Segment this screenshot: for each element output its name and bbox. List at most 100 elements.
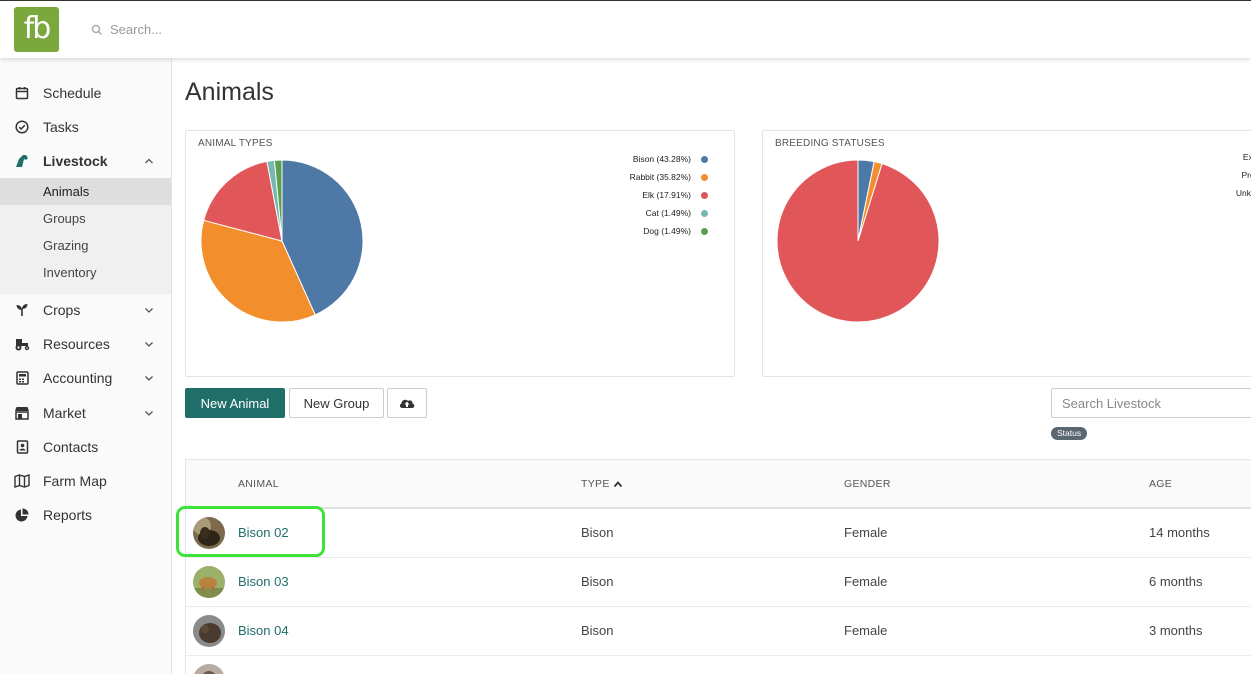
- sidebar-item-contacts[interactable]: Contacts: [0, 430, 171, 464]
- import-button[interactable]: [387, 388, 427, 418]
- sidebar-item-market[interactable]: Market: [0, 396, 171, 430]
- animal-name-link[interactable]: Bison 03: [238, 574, 289, 589]
- chart-title: BREEDING STATUSES: [775, 138, 885, 149]
- sidebar-item-tasks[interactable]: Tasks: [0, 110, 171, 144]
- subitem-label: Animals: [43, 184, 90, 199]
- animal-name-link[interactable]: Bison 04: [238, 623, 289, 638]
- sidebar-item-farm-map[interactable]: Farm Map: [0, 464, 171, 498]
- search-livestock-input[interactable]: [1051, 388, 1251, 418]
- global-search-input[interactable]: [110, 17, 510, 41]
- animal-gender: Female: [844, 574, 888, 589]
- animal-avatar: [193, 517, 225, 549]
- subitem-label: Inventory: [43, 265, 97, 280]
- sidebar-subitem-animals[interactable]: Animals: [0, 178, 171, 205]
- legend-swatch: [701, 191, 708, 199]
- pie-slice-unknown[interactable]: [776, 159, 940, 323]
- animal-name-link[interactable]: Bison 02: [238, 525, 289, 540]
- top-bar: fb: [0, 0, 1251, 58]
- table-row[interactable]: Bison 03 Bison Female 6 months: [186, 558, 1251, 607]
- column-header-animal[interactable]: ANIMAL: [238, 478, 279, 490]
- legend-item[interactable]: Cat (1.49%): [646, 206, 708, 220]
- animal-types-legend: Bison (43.28%) Rabbit (35.82%) Elk (17.9…: [508, 152, 708, 242]
- calculator-icon: [13, 369, 31, 387]
- animal-gender: Female: [844, 525, 888, 540]
- new-animal-button[interactable]: New Animal: [185, 388, 285, 418]
- chevron-down-icon: [145, 411, 153, 416]
- check-circle-icon: [13, 118, 31, 136]
- sidebar-item-label: Schedule: [43, 85, 102, 101]
- sidebar-item-resources[interactable]: Resources: [0, 327, 171, 361]
- pie-chart-icon: [13, 506, 31, 524]
- sidebar-subitem-inventory[interactable]: Inventory: [0, 259, 171, 286]
- table-row[interactable]: Bison 02 Bison Female 14 months: [186, 509, 1251, 558]
- sidebar-item-accounting[interactable]: Accounting: [0, 361, 171, 395]
- table-row[interactable]: [186, 656, 1251, 674]
- animal-type: Bison: [581, 525, 614, 540]
- legend-label: Cat (1.49%): [645, 208, 691, 218]
- subitem-label: Groups: [43, 211, 86, 226]
- legend-item[interactable]: Exposed (3.2: [1243, 152, 1251, 162]
- column-header-type[interactable]: TYPE: [581, 478, 623, 490]
- new-group-button[interactable]: New Group: [289, 388, 384, 418]
- sidebar-item-label: Reports: [43, 507, 93, 523]
- legend-label: Bison (43.28%): [632, 154, 691, 164]
- sidebar-item-label: Market: [43, 405, 86, 421]
- sidebar-item-label: Farm Map: [43, 473, 107, 489]
- column-header-gender[interactable]: GENDER: [844, 478, 891, 490]
- legend-item[interactable]: Elk (17.91%): [642, 188, 708, 202]
- sidebar: Schedule Tasks Livestock Animals Groups …: [0, 58, 172, 674]
- sidebar-subitem-grazing[interactable]: Grazing: [0, 232, 171, 259]
- map-icon: [13, 472, 31, 490]
- cloud-upload-icon: [399, 399, 415, 408]
- animal-type: Bison: [581, 574, 614, 589]
- legend-item[interactable]: Pregnant (1.6: [1241, 170, 1251, 180]
- animal-types-pie-chart: [200, 159, 364, 323]
- horse-head-icon: [13, 152, 31, 170]
- legend-label: Dog (1.49%): [643, 226, 691, 236]
- sort-ascending-icon: [613, 481, 622, 488]
- store-icon: [13, 404, 31, 422]
- sidebar-item-label: Accounting: [43, 370, 113, 386]
- legend-swatch: [701, 173, 708, 181]
- animal-age: 6 months: [1149, 574, 1203, 589]
- legend-item[interactable]: Dog (1.49%): [643, 224, 708, 238]
- chevron-down-icon: [145, 342, 153, 347]
- chevron-down-icon: [145, 376, 153, 381]
- legend-label: Rabbit (35.82%): [629, 172, 691, 182]
- legend-label: Elk (17.91%): [642, 190, 691, 200]
- seedling-icon: [13, 301, 31, 319]
- animals-table: ANIMAL TYPE GENDER AGE Bison 02 Bison Fe…: [185, 459, 1251, 674]
- animal-avatar: [193, 615, 225, 647]
- column-header-age[interactable]: AGE: [1149, 478, 1172, 490]
- chevron-down-icon: [145, 308, 153, 313]
- table-header: ANIMAL TYPE GENDER AGE: [186, 460, 1251, 509]
- column-header-label: TYPE: [581, 478, 610, 490]
- legend-item[interactable]: Bison (43.28%): [633, 152, 708, 166]
- sidebar-item-schedule[interactable]: Schedule: [0, 76, 171, 110]
- sidebar-item-label: Contacts: [43, 439, 99, 455]
- farmbrite-logo[interactable]: fb: [14, 7, 59, 52]
- chevron-up-icon: [145, 158, 153, 164]
- legend-swatch: [701, 155, 708, 163]
- animal-avatar: [193, 566, 225, 598]
- sidebar-item-crops[interactable]: Crops: [0, 293, 171, 327]
- legend-item[interactable]: Unknown (95.1: [1236, 188, 1251, 198]
- animal-types-card: ANIMAL TYPES Bison (43.28%) Rabbit (35.8…: [185, 130, 735, 377]
- status-filter-badge[interactable]: Status: [1051, 427, 1088, 440]
- sidebar-item-livestock[interactable]: Livestock: [0, 144, 171, 178]
- sidebar-item-label: Livestock: [43, 153, 108, 169]
- search-icon: [91, 24, 102, 35]
- table-row[interactable]: Bison 04 Bison Female 3 months: [186, 607, 1251, 656]
- page-title: Animals: [185, 78, 274, 106]
- animal-type: Bison: [581, 623, 614, 638]
- sidebar-item-label: Resources: [43, 336, 110, 352]
- animal-gender: Female: [844, 623, 888, 638]
- animal-age: 14 months: [1149, 525, 1210, 540]
- livestock-submenu: Animals Groups Grazing Inventory: [0, 178, 171, 294]
- address-book-icon: [13, 438, 31, 456]
- sidebar-item-reports[interactable]: Reports: [0, 498, 171, 532]
- sidebar-item-label: Crops: [43, 302, 81, 318]
- sidebar-subitem-groups[interactable]: Groups: [0, 205, 171, 232]
- breeding-statuses-legend: Exposed (3.2 Pregnant (1.6 Unknown (95.1: [1183, 152, 1251, 212]
- legend-item[interactable]: Rabbit (35.82%): [630, 170, 708, 184]
